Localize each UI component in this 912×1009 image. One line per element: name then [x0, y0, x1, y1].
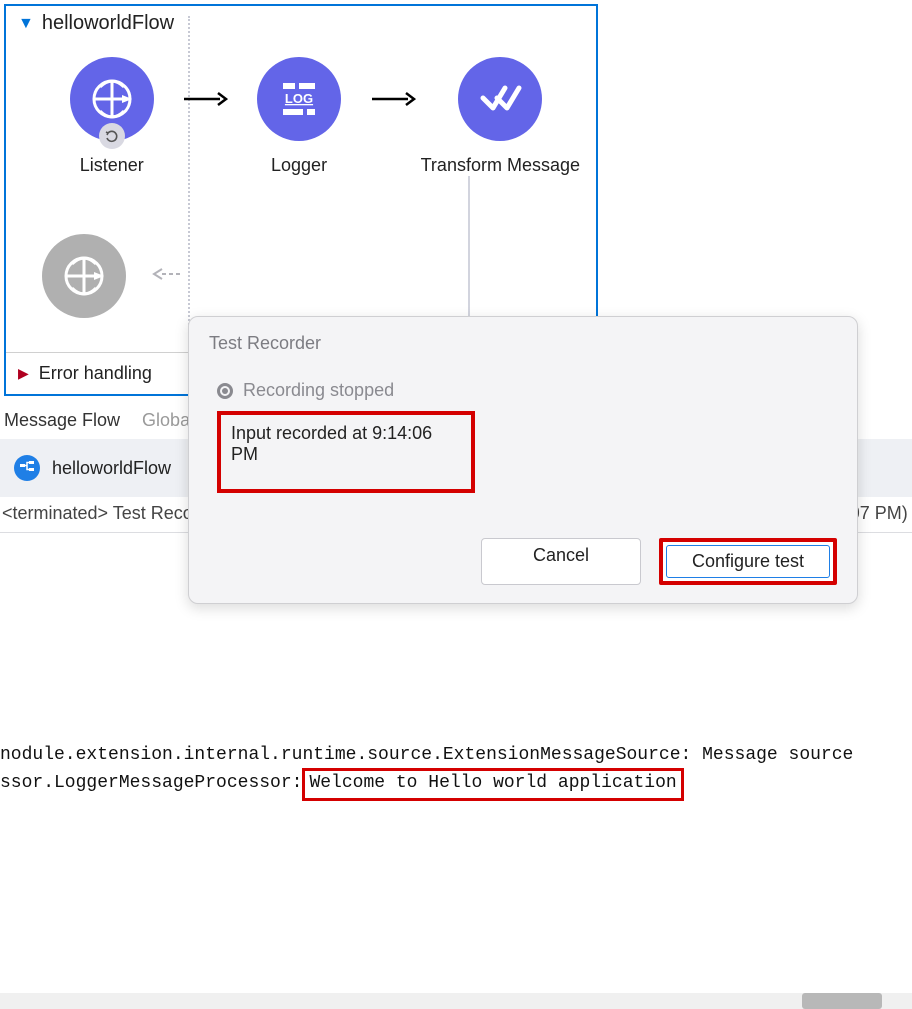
- recorded-message: Input recorded at 9:14:06 PM: [217, 411, 475, 493]
- node-listener[interactable]: Listener: [42, 57, 181, 176]
- arrow-icon: [369, 57, 417, 141]
- dialog-button-row: Cancel Configure test: [209, 538, 837, 585]
- recording-status-label: Recording stopped: [243, 380, 394, 401]
- recording-status-row: Recording stopped: [217, 380, 837, 401]
- node-label: Listener: [80, 155, 144, 176]
- error-handling-label: Error handling: [39, 363, 152, 384]
- highlighted-log-output: Welcome to Hello world application: [302, 768, 683, 801]
- test-recorder-dialog: Test Recorder Recording stopped Input re…: [188, 316, 858, 604]
- flow-title-bar[interactable]: ▼ helloworldFlow: [6, 6, 596, 39]
- horizontal-scrollbar-thumb[interactable]: [802, 993, 882, 1009]
- logger-icon: LOG: [257, 57, 341, 141]
- dialog-title: Test Recorder: [209, 333, 837, 354]
- configure-test-highlight: Configure test: [659, 538, 837, 585]
- workspace-root: ▼ helloworldFlow Listener: [0, 4, 912, 841]
- arrow-icon: [181, 57, 229, 141]
- record-stopped-icon: [217, 383, 233, 399]
- flow-nodes-row: Listener LOG Logger: [6, 39, 596, 206]
- flow-title: helloworldFlow: [42, 12, 174, 35]
- console-line: nodule.extension.internal.runtime.source…: [0, 743, 912, 768]
- expand-caret-icon[interactable]: ▶: [18, 365, 29, 382]
- breadcrumb-flow-name[interactable]: helloworldFlow: [52, 458, 171, 479]
- svg-text:LOG: LOG: [285, 91, 313, 106]
- disabled-listener-icon[interactable]: [42, 234, 126, 318]
- node-label: Transform Message: [421, 155, 580, 176]
- tab-message-flow[interactable]: Message Flow: [4, 410, 120, 431]
- dashed-arrow-icon: [152, 264, 182, 289]
- tab-global[interactable]: Global: [142, 410, 194, 431]
- refresh-badge-icon: [99, 123, 125, 149]
- transform-icon: [458, 57, 542, 141]
- node-logger[interactable]: LOG Logger: [229, 57, 368, 176]
- console-line: ssor.LoggerMessageProcessor: Welcome to …: [0, 768, 912, 801]
- listener-icon: [70, 57, 154, 141]
- node-label: Logger: [271, 155, 327, 176]
- collapse-caret-icon[interactable]: ▼: [18, 15, 34, 33]
- horizontal-scrollbar-track[interactable]: [0, 993, 912, 1009]
- node-transform[interactable]: Transform Message: [417, 57, 584, 176]
- flow-icon: [14, 455, 40, 481]
- configure-test-button[interactable]: Configure test: [666, 545, 830, 578]
- cancel-button[interactable]: Cancel: [481, 538, 641, 585]
